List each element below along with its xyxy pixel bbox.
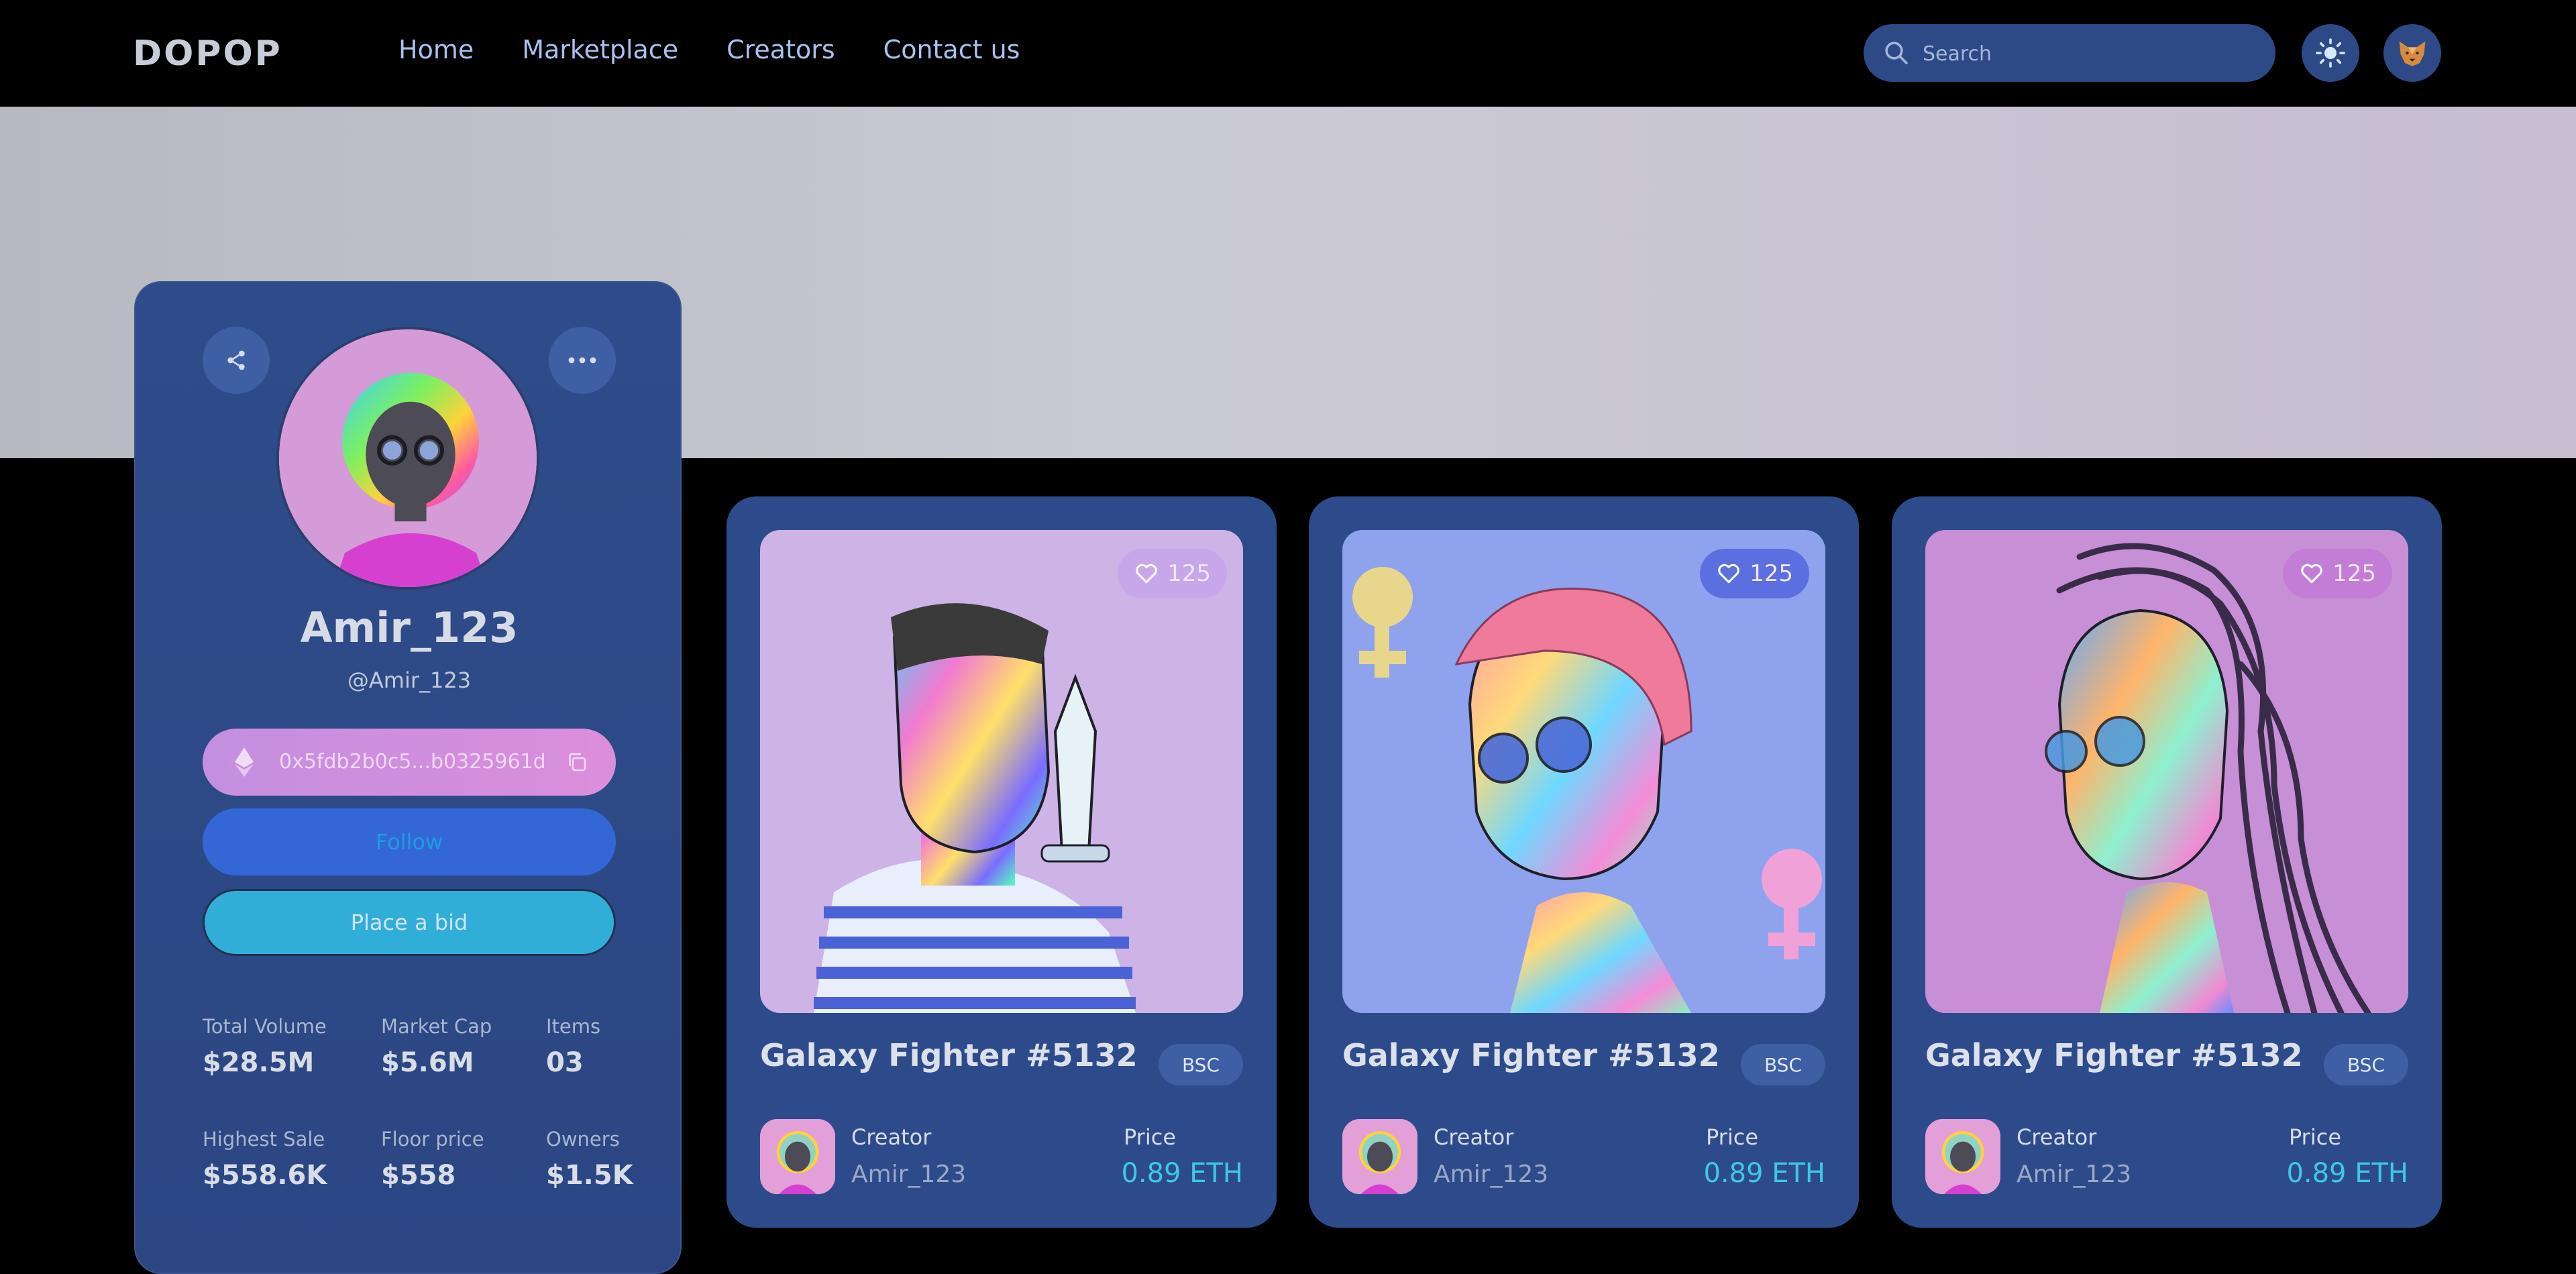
share-icon xyxy=(227,350,245,370)
like-count: 125 xyxy=(1750,560,1793,587)
fox-icon xyxy=(2399,41,2426,66)
profile-handle: @Amir_123 xyxy=(347,668,472,693)
stat-highest-sale: Highest Sale $558.6K xyxy=(203,1128,327,1191)
more-icon xyxy=(568,357,596,364)
sun-icon xyxy=(2316,38,2345,68)
search-input[interactable] xyxy=(1921,24,2246,83)
share-button[interactable] xyxy=(203,327,270,394)
like-button[interactable]: 125 xyxy=(1118,549,1227,598)
creator-name[interactable]: Amir_123 xyxy=(1434,1161,1548,1188)
like-count: 125 xyxy=(1167,560,1211,587)
profile-card: Amir_123 @Amir_123 0x5fdb2b0c5...b032596… xyxy=(134,281,682,1274)
nft-title[interactable]: Galaxy Fighter #5132 xyxy=(760,1037,1138,1073)
profile-avatar xyxy=(276,327,539,590)
price-value: 0.89 ETH xyxy=(1121,1158,1243,1189)
creator-name[interactable]: Amir_123 xyxy=(851,1161,966,1188)
heart-icon xyxy=(1136,564,1157,584)
nav-marketplace[interactable]: Marketplace xyxy=(522,35,678,64)
nav-home[interactable]: Home xyxy=(398,35,474,64)
stat-floor-price: Floor price $558 xyxy=(381,1128,484,1191)
creator-label: Creator xyxy=(2017,1124,2097,1150)
nft-card[interactable]: 125 Galaxy Fighter #5132 BSC Creator Ami… xyxy=(1892,496,2442,1228)
place-bid-button[interactable]: Place a bid xyxy=(203,889,616,956)
price-value: 0.89 ETH xyxy=(2286,1158,2408,1189)
ethereum-icon xyxy=(235,747,254,777)
creator-avatar[interactable] xyxy=(1342,1119,1417,1194)
follow-button[interactable]: Follow xyxy=(203,808,616,875)
copy-icon[interactable] xyxy=(565,750,589,774)
nft-title[interactable]: Galaxy Fighter #5132 xyxy=(1925,1037,2303,1073)
chain-badge: BSC xyxy=(2324,1044,2408,1085)
price-label: Price xyxy=(1705,1124,1758,1150)
stat-market-cap: Market Cap $5.6M xyxy=(381,1015,492,1078)
nft-artwork[interactable]: 125 xyxy=(1342,530,1825,1013)
creator-label: Creator xyxy=(1434,1124,1514,1150)
wallet-address: 0x5fdb2b0c5...b0325961d xyxy=(279,750,546,774)
price-label: Price xyxy=(1123,1124,1176,1150)
stat-owners: Owners $1.5K xyxy=(546,1128,633,1191)
price-value: 0.89 ETH xyxy=(1703,1158,1825,1189)
nav-creators[interactable]: Creators xyxy=(727,35,835,64)
heart-icon xyxy=(2301,564,2322,584)
nft-title[interactable]: Galaxy Fighter #5132 xyxy=(1342,1037,1720,1073)
stat-items: Items 03 xyxy=(546,1015,601,1078)
search-bar[interactable] xyxy=(1864,24,2275,83)
nav-contact[interactable]: Contact us xyxy=(883,35,1020,64)
profile-name: Amir_123 xyxy=(300,603,519,652)
nft-artwork[interactable]: 125 xyxy=(1925,530,2408,1013)
heart-icon xyxy=(1718,564,1739,584)
wallet-address-pill[interactable]: 0x5fdb2b0c5...b0325961d xyxy=(203,729,616,796)
stat-total-volume: Total Volume $28.5M xyxy=(203,1015,327,1078)
wallet-fox-button[interactable] xyxy=(2383,24,2441,82)
nft-card[interactable]: 125 Galaxy Fighter #5132 BSC Creator Ami… xyxy=(727,496,1277,1228)
search-icon xyxy=(1885,42,1908,64)
main-menu: Home Marketplace Creators Contact us xyxy=(398,35,1020,64)
chain-badge: BSC xyxy=(1741,1044,1825,1085)
creator-label: Creator xyxy=(851,1124,932,1150)
creator-name[interactable]: Amir_123 xyxy=(2017,1161,2131,1188)
like-count: 125 xyxy=(2332,560,2376,587)
brand-logo[interactable]: DOPOP xyxy=(133,34,282,74)
theme-toggle-button[interactable] xyxy=(2302,24,2359,82)
creator-avatar[interactable] xyxy=(760,1119,835,1194)
like-button[interactable]: 125 xyxy=(2283,549,2392,598)
top-nav: DOPOP Home Marketplace Creators Contact … xyxy=(0,0,2576,107)
creator-avatar[interactable] xyxy=(1925,1119,2000,1194)
nft-card[interactable]: 125 Galaxy Fighter #5132 BSC Creator Ami… xyxy=(1309,496,1859,1228)
chain-badge: BSC xyxy=(1159,1044,1243,1085)
like-button[interactable]: 125 xyxy=(1700,549,1809,598)
price-label: Price xyxy=(2288,1124,2341,1150)
more-options-button[interactable] xyxy=(549,327,616,394)
nft-artwork[interactable]: 125 xyxy=(760,530,1243,1013)
